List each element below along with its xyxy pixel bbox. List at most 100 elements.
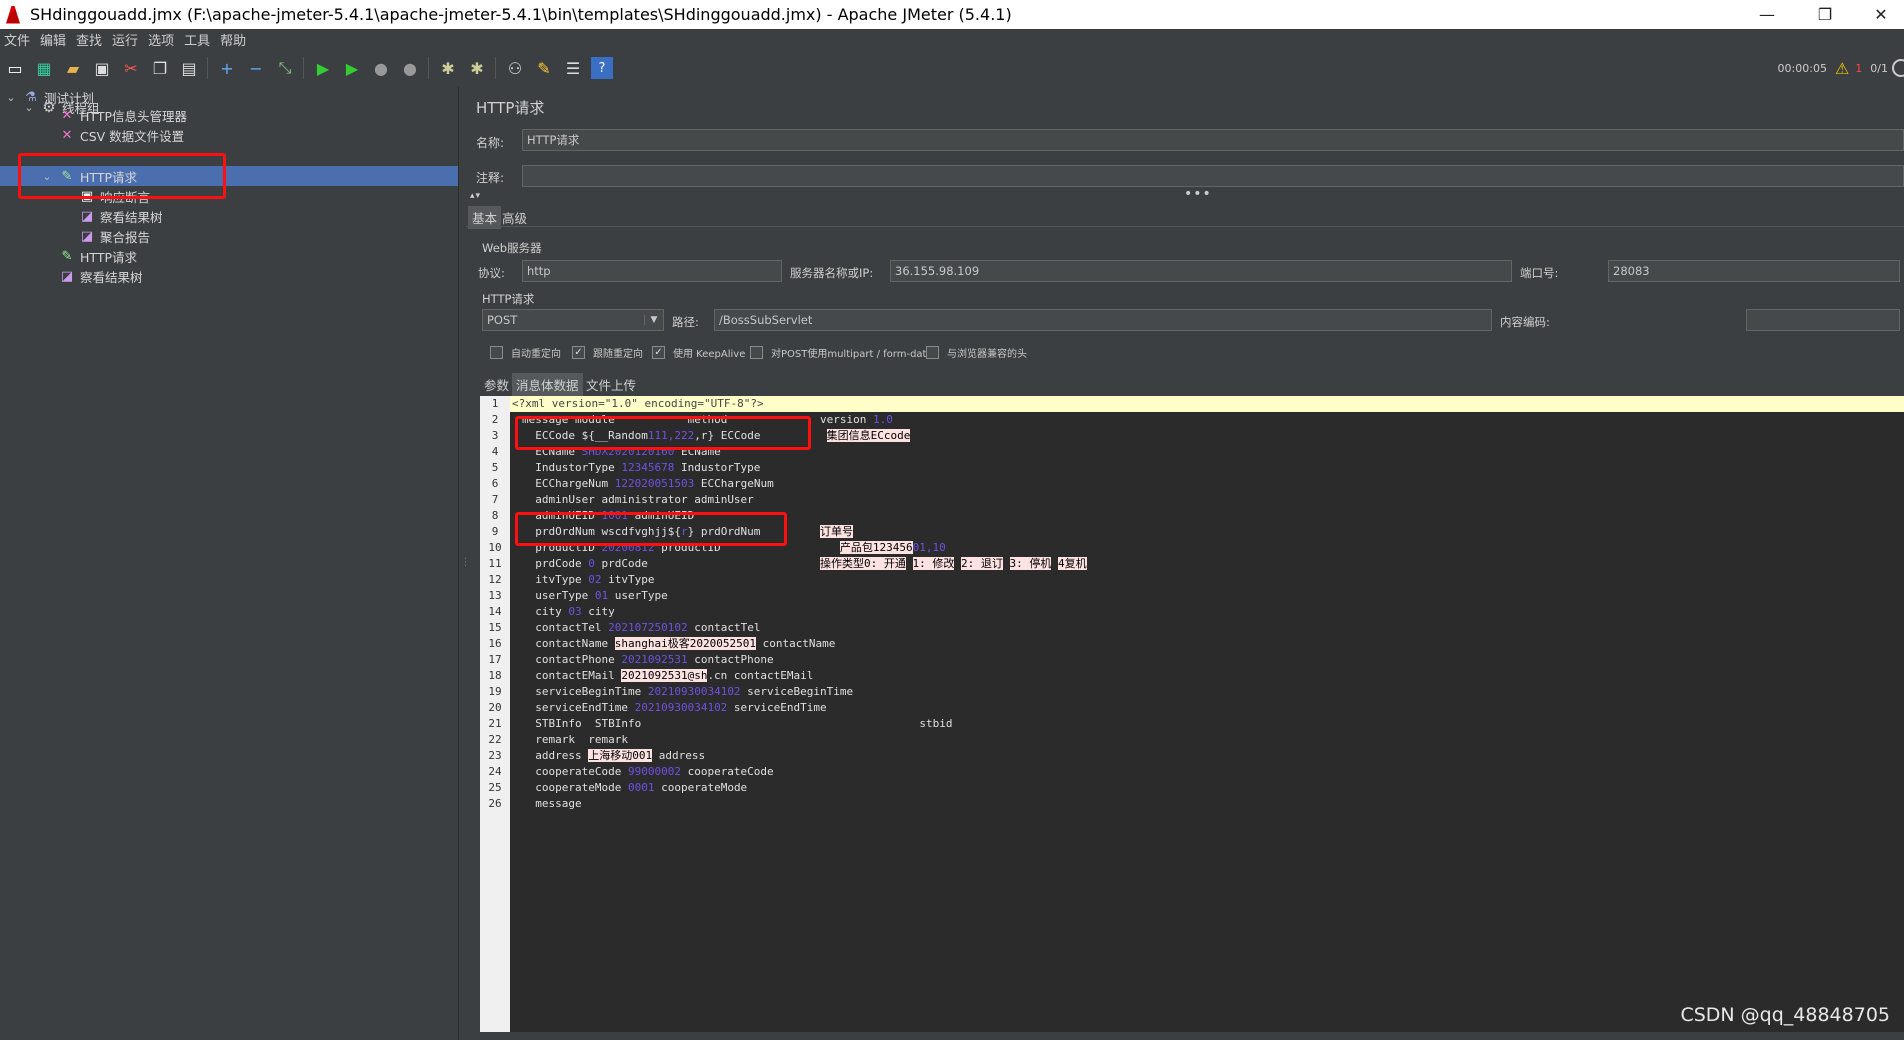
code-line-17: contactPhone 2021092531 contactPhone bbox=[535, 653, 774, 666]
tab-files-upload[interactable]: 文件上传 bbox=[586, 375, 636, 394]
port-field[interactable]: 28083 bbox=[1608, 260, 1900, 282]
comment-field[interactable] bbox=[522, 165, 1904, 187]
copy-icon[interactable]: ❐ bbox=[149, 57, 171, 79]
tab-parameters[interactable]: 参数 bbox=[484, 375, 509, 394]
tree-item-csv-data-set[interactable]: ✕ CSV 数据文件设置 bbox=[58, 125, 185, 145]
code-line-20: serviceEndTime 20210930034102 serviceEnd… bbox=[535, 701, 827, 714]
collapse-icon[interactable]: − bbox=[245, 57, 267, 79]
pipette-icon: ✎ bbox=[61, 248, 73, 264]
code-line-6: ECChargeNum 122020051503 ECChargeNum bbox=[535, 477, 774, 490]
code-line-15: contactTel 202107250102 contactTel bbox=[535, 621, 761, 634]
clear-icon[interactable]: ✱ bbox=[437, 57, 459, 79]
search-icon[interactable]: ⚇ bbox=[504, 57, 526, 79]
save-icon[interactable]: ▣ bbox=[91, 57, 113, 79]
panel-title: HTTP请求 bbox=[476, 99, 545, 117]
paste-icon[interactable]: ▤ bbox=[178, 57, 200, 79]
code-area[interactable]: <?xml version="1.0" encoding="UTF-8"?> m… bbox=[510, 396, 1904, 1032]
code-line-13: userType 01 userType bbox=[535, 589, 668, 602]
menu-options[interactable]: 选项 bbox=[144, 30, 180, 49]
tree-item-view-results-tree[interactable]: ◪ 察看结果树 bbox=[78, 206, 163, 226]
tree-item-http-request-2[interactable]: ✎ HTTP请求 bbox=[58, 246, 137, 266]
follow-redirects-checkbox[interactable]: ✓ 跟随重定向 bbox=[572, 345, 643, 360]
method-value: POST bbox=[487, 313, 518, 327]
expand-icon[interactable]: + bbox=[216, 57, 238, 79]
name-field[interactable]: HTTP请求 bbox=[522, 129, 1904, 151]
cut-icon[interactable]: ✂ bbox=[120, 57, 142, 79]
checkbox-keepalive[interactable]: ✓ bbox=[652, 346, 665, 359]
tab-advanced[interactable]: 高级 bbox=[502, 208, 527, 227]
code-line-11: prdCode 0 prdCode 操作类型0: 开通 1: 修改 2: 退订 … bbox=[535, 557, 1087, 570]
checkbox-multipart[interactable] bbox=[750, 346, 763, 359]
toolbar-separator bbox=[207, 57, 208, 79]
follow-redirect-auto-checkbox[interactable]: 自动重定向 bbox=[490, 345, 561, 360]
jmeter-feather-icon bbox=[6, 5, 20, 24]
toolbar: ▭ ▦ ▰ ▣ ✂ ❐ ▤ + − ⤡ ▶ ▶ ● ● ✱ ✱ ⚇ ✎ ☰ ? … bbox=[0, 49, 1904, 87]
tree-item-view-results-tree-2[interactable]: ◪ 察看结果树 bbox=[58, 266, 143, 286]
protocol-field[interactable]: http bbox=[522, 260, 782, 282]
tab-body-data[interactable]: 消息体数据 bbox=[512, 373, 583, 396]
split-grip-icon[interactable]: ••• bbox=[1184, 186, 1212, 202]
checkbox-follow-redirects[interactable]: ✓ bbox=[572, 346, 585, 359]
path-label: 路径: bbox=[672, 315, 699, 329]
menu-tools[interactable]: 工具 bbox=[180, 30, 216, 49]
code-line-18: contactEMail 2021092531@sh.cn contactEMa… bbox=[535, 669, 814, 682]
menu-run[interactable]: 运行 bbox=[108, 30, 144, 49]
chart-icon: ◪ bbox=[80, 228, 94, 244]
browser-compatible-headers-checkbox[interactable]: 与浏览器兼容的头 bbox=[926, 345, 1027, 360]
templates-icon[interactable]: ▦ bbox=[33, 57, 55, 79]
tree-item-header-manager[interactable]: ✕ HTTP信息头管理器 bbox=[58, 105, 187, 125]
body-data-editor[interactable]: 1 2 3 4 5 6 7 8 9 10 11 12 13 14 15 16 17 18 19 20 21 22 23 2… bbox=[480, 396, 1904, 1032]
new-icon[interactable]: ▭ bbox=[4, 57, 26, 79]
toolbar-separator bbox=[495, 57, 496, 79]
close-button[interactable]: ✕ bbox=[1858, 0, 1904, 29]
multipart-checkbox[interactable]: 对POST使用multipart / form-data bbox=[750, 345, 933, 360]
split-arrows-icon[interactable]: ▴▾ bbox=[470, 191, 481, 201]
server-field[interactable]: 36.155.98.109 bbox=[890, 260, 1512, 282]
menu-help[interactable]: 帮助 bbox=[216, 30, 252, 49]
annotation-highlight-box bbox=[515, 512, 787, 546]
chevron-down-icon[interactable]: ▼ bbox=[644, 315, 663, 325]
http-request-section-label: HTTP请求 bbox=[482, 292, 535, 306]
menu-edit[interactable]: 编辑 bbox=[36, 30, 72, 49]
help-icon[interactable]: ? bbox=[591, 57, 613, 79]
toolbar-separator bbox=[303, 57, 304, 79]
encoding-field[interactable] bbox=[1746, 309, 1900, 331]
code-line-24: cooperateCode 99000002 cooperateCode bbox=[535, 765, 774, 778]
start-no-pause-icon[interactable]: ▶ bbox=[341, 57, 363, 79]
restore-button[interactable]: ❐ bbox=[1802, 0, 1848, 29]
code-line-12: itvType 02 itvType bbox=[535, 573, 655, 586]
window-title-bar: SHdinggouadd.jmx (F:\apache-jmeter-5.4.1… bbox=[0, 0, 1904, 29]
protocol-label: 协议: bbox=[478, 266, 505, 280]
code-line-21: STBInfo STBInfo stbid bbox=[535, 717, 953, 730]
path-field[interactable]: /BossSubServlet bbox=[714, 309, 1492, 331]
toolbar-separator bbox=[428, 57, 429, 79]
toggle-icon[interactable]: ⤡ bbox=[274, 57, 296, 79]
checkbox-browser-headers[interactable] bbox=[926, 346, 939, 359]
test-plan-tree: ⌄ ⚗ 测试计划 ⌄ ⚙ 线程组 ✕ HTTP信息头管理器 ✕ CSV 数据文件… bbox=[0, 87, 458, 1040]
warning-icon[interactable]: ⚠ bbox=[1835, 59, 1849, 78]
code-line-16: contactName shanghai极客2020052501 contact… bbox=[535, 637, 836, 650]
menu-file[interactable]: 文件 bbox=[0, 30, 36, 49]
minimize-button[interactable]: — bbox=[1744, 0, 1790, 29]
collapse-icon[interactable]: ⌄ bbox=[22, 101, 36, 114]
code-line-14: city 03 city bbox=[535, 605, 615, 618]
reset-search-icon[interactable]: ✎ bbox=[533, 57, 555, 79]
collapse-icon[interactable]: ⌄ bbox=[4, 91, 18, 104]
shutdown-icon[interactable]: ● bbox=[399, 57, 421, 79]
method-select[interactable]: POST ▼ bbox=[482, 309, 664, 331]
keepalive-checkbox[interactable]: ✓ 使用 KeepAlive bbox=[652, 345, 745, 360]
server-label: 服务器名称或IP: bbox=[790, 266, 874, 280]
tree-item-aggregate-report[interactable]: ◪ 聚合报告 bbox=[78, 226, 150, 246]
checkbox-auto-redirect[interactable] bbox=[490, 346, 503, 359]
clear-all-icon[interactable]: ✱ bbox=[466, 57, 488, 79]
warning-count: 1 bbox=[1855, 61, 1863, 75]
open-icon[interactable]: ▰ bbox=[62, 57, 84, 79]
code-line-23: address 上海移动001 address bbox=[535, 749, 706, 762]
function-helper-icon[interactable]: ☰ bbox=[562, 57, 584, 79]
code-line-22: remark remark bbox=[535, 733, 628, 746]
menu-search[interactable]: 查找 bbox=[72, 30, 108, 49]
start-icon[interactable]: ▶ bbox=[312, 57, 334, 79]
elapsed-timer: 00:00:05 bbox=[1777, 61, 1827, 75]
stop-icon[interactable]: ● bbox=[370, 57, 392, 79]
comment-label: 注释: bbox=[476, 171, 505, 185]
